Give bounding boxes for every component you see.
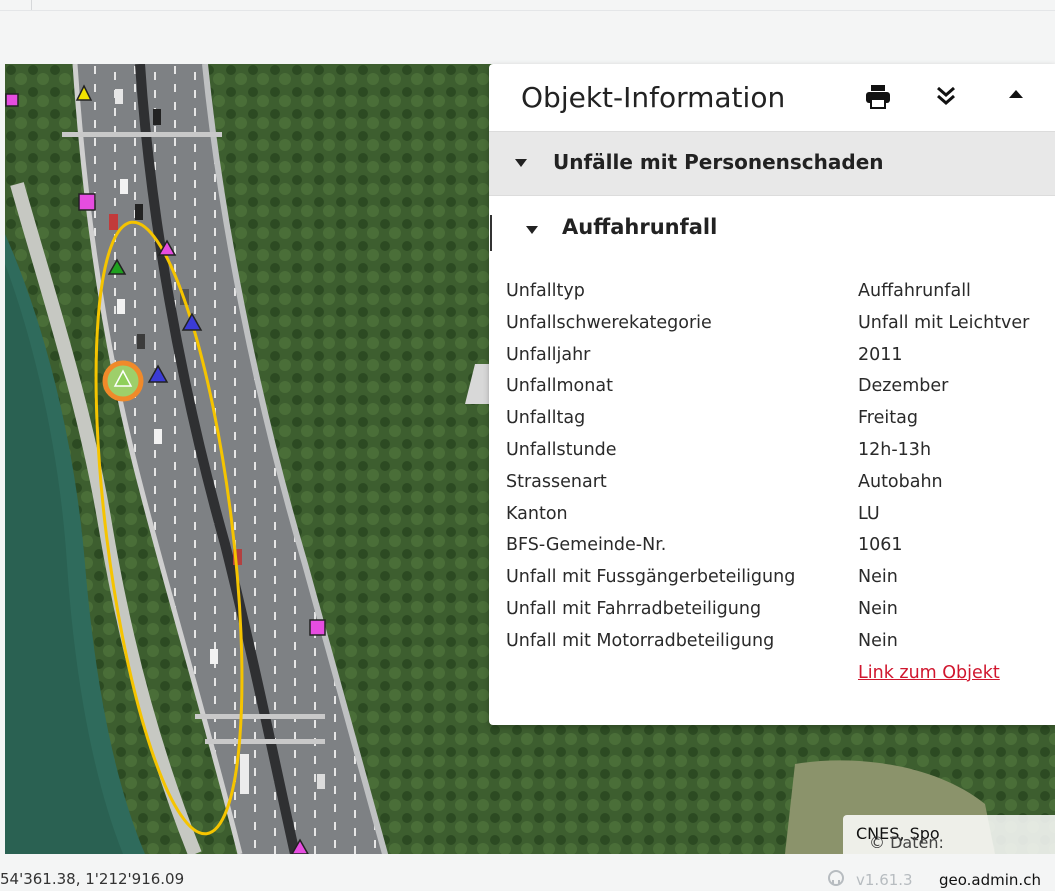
attribute-key: Unfalljahr [506,344,591,365]
attribute-key: Unfallschwerekategorie [506,312,712,333]
layer-section-label: Unfälle mit Personenschaden [553,150,884,174]
caret-down-icon [515,159,527,167]
layer-section-header[interactable]: Unfälle mit Personenschaden [489,131,1055,196]
attribute-row: BFS-Gemeinde-Nr. 1061 [506,535,1055,567]
accident-marker[interactable] [78,193,96,211]
attribute-key: BFS-Gemeinde-Nr. [506,535,667,556]
attribute-value: 2011 [858,344,903,365]
focus-indicator [490,215,492,251]
attribute-key: Unfalltag [506,408,586,429]
panel-header: Objekt-Information [489,64,1055,131]
attribute-key: Unfall mit Motorradbeteiligung [506,630,775,651]
collapse-up-icon[interactable] [1001,82,1031,112]
toolbar-border [0,10,1055,11]
attribute-value: 1061 [858,535,903,556]
app-version[interactable]: v1.61.3 [856,871,913,889]
accident-marker[interactable] [5,93,19,107]
attribute-row: Unfallmonat Dezember [506,376,1055,408]
print-icon[interactable] [863,82,893,112]
attribute-value: Unfall mit Leichtver [858,312,1030,333]
attribute-key: Unfall mit Fussgängerbeteiligung [506,567,796,588]
attribution-prefix: © Daten: [869,833,944,852]
attribute-value: Nein [858,567,898,588]
accident-marker[interactable] [309,619,326,636]
attribute-row: Unfalljahr 2011 [506,345,1055,377]
top-toolbar-strip [0,0,1055,64]
site-link[interactable]: geo.admin.ch [939,871,1041,889]
attribute-row: Unfallschwerekategorie Unfall mit Leichtv… [506,313,1055,345]
attribute-key: Unfallstunde [506,439,617,460]
attribute-row: Strassenart Autobahn [506,472,1055,504]
caret-down-icon [526,226,538,234]
footer-bar: 54'361.38, 1'212'916.09 v1.61.3 geo.admi… [0,854,1055,890]
attribute-key: Kanton [506,503,568,524]
feature-header[interactable]: Auffahrunfall [489,195,1055,259]
attribute-key: Unfalltyp [506,281,585,301]
attribute-row: Unfallstunde 12h-13h [506,440,1055,472]
link-row: Link zum Objekt [506,663,1055,693]
feature-label: Auffahrunfall [562,215,718,239]
attribute-row: Unfall mit Fahrradbeteiligung Nein [506,599,1055,631]
attribute-value: Nein [858,598,898,619]
attribute-value: Dezember [858,376,949,397]
double-chevron-down-icon[interactable] [931,82,961,112]
attribute-value: Freitag [858,408,918,429]
attribute-row: Unfall mit Motorradbeteiligung Nein [506,631,1055,663]
attribute-value: Nein [858,630,898,651]
github-icon[interactable] [827,869,845,891]
attribute-value: LU [858,503,880,524]
attribute-row: Unfalltyp Auffahrunfall [506,281,1055,313]
attribute-key: Strassenart [506,471,607,492]
attribute-key: Unfallmonat [506,376,613,397]
attribute-row: Unfall mit Fussgängerbeteiligung Nein [506,567,1055,599]
attribute-row: Unfalltag Freitag [506,408,1055,440]
attribute-value: Auffahrunfall [858,281,971,301]
object-link[interactable]: Link zum Objekt [858,663,1000,683]
toolbar-divider [31,0,32,10]
attribute-table: Unfalltyp Auffahrunfall Unfallschwerekate… [506,281,1055,693]
attribute-value: 12h-13h [858,439,932,460]
mouse-coordinates: 54'361.38, 1'212'916.09 [0,870,185,888]
object-info-panel: Objekt-Information Unfälle mit Personens… [489,64,1055,725]
map-attribution: © Daten: CNES, Spo [843,815,1055,854]
panel-title: Objekt-Information [521,81,786,114]
attribute-row: Kanton LU [506,504,1055,536]
attribute-value: Autobahn [858,471,943,492]
attribute-key: Unfall mit Fahrradbeteiligung [506,598,762,619]
